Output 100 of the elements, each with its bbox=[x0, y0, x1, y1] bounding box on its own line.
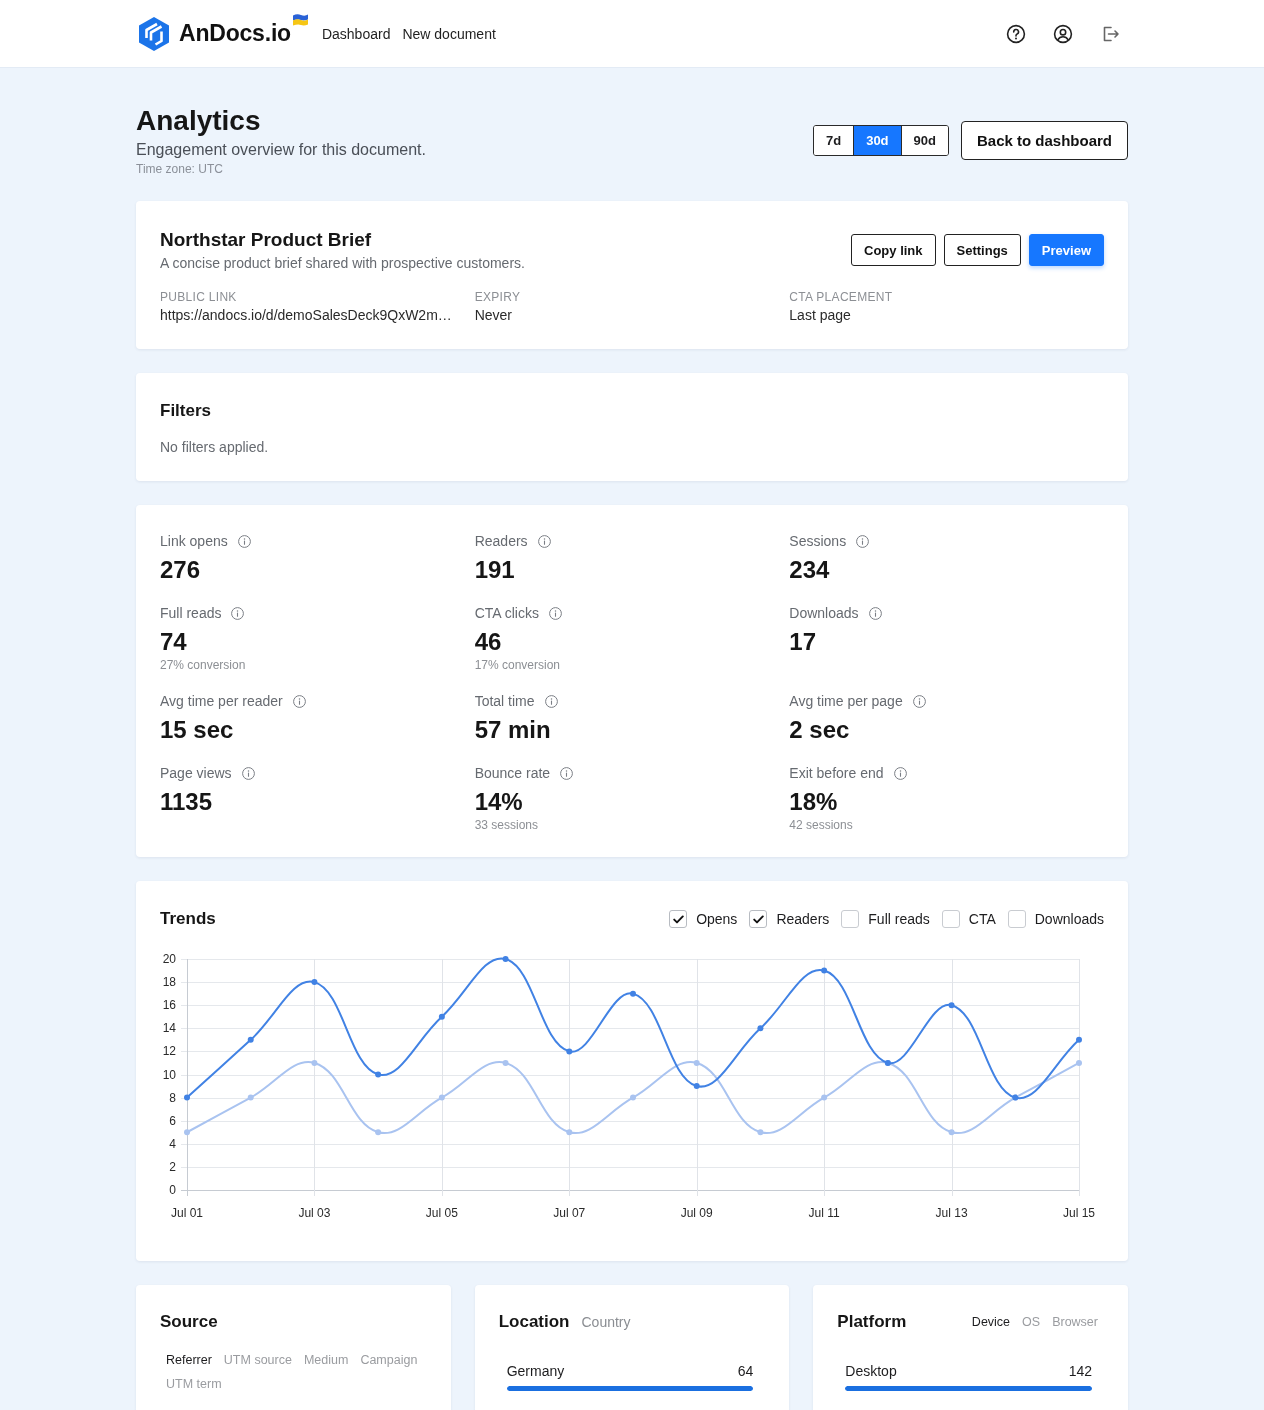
card-title: Platform bbox=[837, 1311, 907, 1333]
nav-link[interactable]: New document bbox=[402, 25, 496, 42]
data-point bbox=[438, 1094, 445, 1101]
x-axis-label: Jul 03 bbox=[298, 1206, 331, 1220]
card-title: Trends bbox=[160, 908, 216, 930]
info-icon bbox=[537, 534, 551, 548]
page-subtitle: Engagement overview for this document. bbox=[136, 140, 426, 160]
brand-name[interactable]: AnDocs.io bbox=[179, 20, 291, 47]
data-point bbox=[566, 1129, 573, 1136]
help-icon bbox=[1006, 23, 1026, 44]
y-axis-label: 8 bbox=[169, 1090, 176, 1105]
row-label: Desktop bbox=[845, 1362, 897, 1381]
checkbox-label[interactable]: Readers bbox=[776, 909, 830, 929]
nav-link[interactable]: Dashboard bbox=[321, 25, 391, 42]
y-axis-label: 14 bbox=[162, 1021, 176, 1036]
data-point bbox=[821, 967, 828, 974]
range-tab[interactable]: 30d bbox=[853, 125, 901, 155]
checkbox[interactable] bbox=[941, 910, 960, 928]
metric-value: 46 bbox=[474, 627, 503, 657]
data-point bbox=[375, 1129, 382, 1136]
info-icon bbox=[548, 606, 562, 620]
timezone-note: Time zone: UTC bbox=[136, 161, 224, 177]
action-button[interactable]: Preview bbox=[1028, 234, 1104, 266]
info-icon bbox=[292, 694, 306, 708]
document-description: A concise product brief shared with prospective customers. bbox=[160, 254, 525, 273]
x-axis-label: Jul 13 bbox=[935, 1206, 968, 1220]
document-title: Northstar Product Brief bbox=[160, 228, 373, 252]
action-button[interactable]: Settings bbox=[943, 234, 1021, 266]
metric-value: 2 sec bbox=[789, 715, 851, 745]
metric-label: CTA clicks bbox=[474, 604, 539, 623]
metric-label: Bounce rate bbox=[474, 764, 551, 783]
y-axis-label: 12 bbox=[162, 1044, 176, 1059]
metric-label: Downloads bbox=[789, 604, 859, 623]
metric-label: Readers bbox=[474, 532, 528, 551]
meta-value: https://andocs.io/d/demoSalesDeck9QxW2m… bbox=[160, 306, 453, 325]
meta-label: EXPIRY bbox=[474, 289, 522, 305]
checkbox-label[interactable]: Opens bbox=[696, 909, 738, 929]
metric-value: 17 bbox=[789, 627, 818, 657]
data-point bbox=[693, 1083, 700, 1090]
action-button[interactable]: Copy link bbox=[851, 234, 936, 266]
data-point bbox=[438, 1013, 445, 1020]
data-point bbox=[1076, 1059, 1082, 1066]
checkbox[interactable] bbox=[1007, 910, 1026, 928]
metric-value: 57 min bbox=[474, 715, 552, 745]
data-point bbox=[630, 990, 636, 997]
info-icon bbox=[893, 766, 907, 780]
page-title: Analytics bbox=[136, 104, 262, 138]
metric-label: Full reads bbox=[160, 604, 222, 623]
x-axis-label: Jul 05 bbox=[425, 1206, 458, 1220]
info-icon bbox=[231, 606, 245, 620]
data-point bbox=[630, 1094, 636, 1101]
data-point bbox=[311, 979, 318, 986]
row-count: 142 bbox=[1068, 1362, 1092, 1381]
card-subtitle: Country bbox=[581, 1313, 631, 1332]
info-icon bbox=[237, 534, 251, 548]
y-axis-label: 2 bbox=[169, 1159, 176, 1174]
data-point bbox=[821, 1094, 828, 1101]
data-point bbox=[1076, 1036, 1082, 1043]
y-axis-label: 10 bbox=[162, 1067, 176, 1082]
card-title: Filters bbox=[160, 400, 213, 422]
breakdown-tab[interactable]: Referrer bbox=[160, 1348, 218, 1372]
user-icon bbox=[1053, 23, 1073, 44]
y-axis-label: 20 bbox=[162, 952, 176, 966]
y-axis-label: 6 bbox=[169, 1113, 176, 1128]
meta-value: Last page bbox=[789, 306, 852, 325]
x-axis-label: Jul 15 bbox=[1063, 1206, 1095, 1220]
range-tab[interactable]: 90d bbox=[900, 125, 948, 155]
meta-value: Never bbox=[474, 306, 513, 325]
breakdown-tab[interactable]: Device bbox=[965, 1310, 1017, 1334]
metric-value: 18% bbox=[789, 787, 839, 817]
logo-icon bbox=[137, 15, 171, 52]
checkbox[interactable] bbox=[749, 910, 768, 928]
metric-value: 74 bbox=[160, 627, 188, 657]
metric-label: Sessions bbox=[789, 532, 847, 551]
meta-label: CTA PLACEMENT bbox=[789, 289, 894, 305]
checkbox[interactable] bbox=[669, 910, 688, 928]
metric-value: 276 bbox=[160, 555, 202, 585]
y-axis-label: 16 bbox=[162, 998, 176, 1013]
metric-note: 27% conversion bbox=[160, 657, 247, 673]
x-axis-label: Jul 09 bbox=[680, 1206, 713, 1220]
checkbox-label[interactable]: Full reads bbox=[868, 909, 930, 929]
checkbox-label[interactable]: CTA bbox=[968, 909, 996, 929]
metric-note: 42 sessions bbox=[789, 817, 854, 833]
x-axis-label: Jul 01 bbox=[171, 1206, 203, 1220]
back-button[interactable]: Back to dashboard bbox=[960, 120, 1128, 160]
data-point bbox=[757, 1129, 764, 1136]
checkbox[interactable] bbox=[841, 910, 860, 928]
info-icon bbox=[544, 694, 558, 708]
meta-label: PUBLIC LINK bbox=[160, 289, 238, 305]
row-count: 64 bbox=[737, 1362, 754, 1381]
checkbox-label[interactable]: Downloads bbox=[1034, 909, 1104, 929]
metric-label: Avg time per page bbox=[789, 692, 903, 711]
y-axis-label: 0 bbox=[169, 1183, 176, 1197]
metric-value: 15 sec bbox=[160, 715, 235, 745]
x-axis-label: Jul 11 bbox=[808, 1206, 840, 1220]
y-axis-label: 18 bbox=[162, 975, 176, 990]
data-point bbox=[247, 1094, 254, 1101]
metric-label: Total time bbox=[474, 692, 535, 711]
checkmark-icon bbox=[752, 914, 764, 924]
metric-label: Page views bbox=[160, 764, 232, 783]
